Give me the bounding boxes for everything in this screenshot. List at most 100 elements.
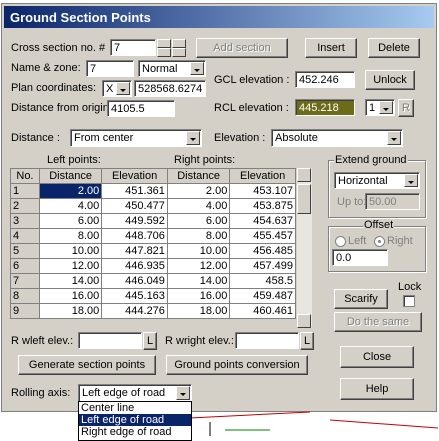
cell[interactable]: 455.457 [229,228,296,244]
rcl-index-select[interactable]: 1 [365,99,395,116]
cell[interactable]: 449.592 [101,213,168,229]
cell[interactable]: 14.00 [38,273,103,289]
offset-left-radio[interactable] [335,236,346,247]
chevron-down-icon [186,131,200,145]
cell[interactable]: 448.706 [101,228,168,244]
wleft-l-button[interactable]: L [143,332,157,350]
cell[interactable]: 446.935 [101,258,168,274]
generate-points-button[interactable]: Generate section points [18,355,156,375]
cell[interactable]: 18.00 [38,303,103,319]
cell[interactable]: 458.5 [229,273,296,289]
cell[interactable]: 450.477 [101,198,168,214]
cell[interactable]: 8.00 [166,228,231,244]
cell[interactable]: 460.461 [229,303,296,319]
cell[interactable]: 4.00 [166,198,231,214]
distance-origin-input[interactable]: 4105.5 [107,100,175,117]
name-input[interactable]: 7 [86,60,134,77]
cell[interactable]: 446.049 [101,273,168,289]
scroll-up-icon[interactable] [297,168,311,182]
cell[interactable]: 12.00 [38,258,103,274]
rolling-axis-dropdown[interactable]: Center line Left edge of road Right edge… [78,401,192,441]
lock-checkbox[interactable] [403,295,415,307]
distance-value: From center [74,132,134,144]
table-row[interactable]: 4 8.00 448.706 8.00 455.457 [10,228,296,244]
cell[interactable]: 10.00 [38,243,103,259]
points-table[interactable]: No. Distance Elevation Distance Elevatio… [10,168,296,319]
axis-select[interactable]: X [102,80,132,97]
do-same-button[interactable]: Do the same [334,312,422,332]
cell[interactable]: 445.163 [101,288,168,304]
col-right-distance[interactable]: Distance [166,168,231,184]
wleft-input[interactable] [78,332,142,349]
close-button[interactable]: Close [340,346,414,368]
cell[interactable]: 6.00 [38,213,103,229]
spin-up-icon[interactable] [157,39,171,48]
spin-up-2-icon[interactable] [172,39,186,48]
rolling-axis-select[interactable]: Left edge of road [78,384,192,402]
spin-down-icon[interactable] [157,48,171,57]
option-left-edge[interactable]: Left edge of road [79,414,191,426]
table-row[interactable]: 5 10.00 447.821 10.00 456.485 [10,243,296,259]
wright-l-button[interactable]: L [300,332,314,350]
offset-input[interactable]: 0.0 [332,249,388,266]
cell[interactable]: 447.821 [101,243,168,259]
cell[interactable]: 451.361 [101,183,168,199]
col-no[interactable]: No. [10,168,40,184]
cell[interactable]: 456.485 [229,243,296,259]
cell[interactable]: 453.875 [229,198,296,214]
cross-section-input[interactable]: 7 [110,39,156,56]
help-button[interactable]: Help [340,378,414,400]
table-row[interactable]: 8 16.00 445.163 16.00 459.487 [10,288,296,304]
left-points-label: Left points: [47,154,101,166]
cell[interactable]: 453.107 [229,183,296,199]
insert-button[interactable]: Insert [305,38,357,58]
offset-right-radio[interactable] [374,236,385,247]
spin-down-2-icon[interactable] [172,48,186,57]
delete-button[interactable]: Delete [368,38,420,58]
table-row[interactable]: 1 2.00 451.361 2.00 453.107 [10,183,296,199]
elevation-select[interactable]: Absolute [271,129,403,147]
cell[interactable]: 16.00 [166,288,231,304]
table-row[interactable]: 9 18.00 444.276 18.00 460.461 [10,303,296,319]
cell[interactable]: 2.00 [38,183,103,199]
option-right-edge[interactable]: Right edge of road [79,426,191,438]
add-section-button[interactable]: Add section [196,38,288,58]
cell[interactable]: 457.499 [229,258,296,274]
cell[interactable]: 8.00 [38,228,103,244]
unlock-button[interactable]: Unlock [365,70,415,90]
table-row[interactable]: 3 6.00 449.592 6.00 454.637 [10,213,296,229]
cell[interactable]: 6.00 [166,213,231,229]
r-button[interactable]: R [398,99,414,117]
cell[interactable]: 16.00 [38,288,103,304]
wright-input[interactable] [235,332,299,349]
col-left-distance[interactable]: Distance [38,168,103,184]
extend-mode-select[interactable]: Horizontal [334,172,420,189]
col-right-elevation[interactable]: Elevation [229,168,296,184]
scroll-down-icon[interactable] [297,314,311,328]
title-bar[interactable]: Ground Section Points [4,6,434,28]
cell[interactable]: 10.00 [166,243,231,259]
table-scrollbar[interactable] [297,168,312,328]
zone-select[interactable]: Normal [138,60,206,77]
cell[interactable]: 14.00 [166,273,231,289]
distance-select[interactable]: From center [70,129,202,147]
cell[interactable]: 444.276 [101,303,168,319]
table-row[interactable]: 7 14.00 446.049 14.00 458.5 [10,273,296,289]
cell[interactable]: 2.00 [166,183,231,199]
cell[interactable]: 454.637 [229,213,296,229]
col-left-elevation[interactable]: Elevation [101,168,168,184]
cell[interactable]: 12.00 [166,258,231,274]
scroll-thumb[interactable] [297,184,311,214]
cell[interactable]: 459.487 [229,288,296,304]
table-row[interactable]: 6 12.00 446.935 12.00 457.499 [10,258,296,274]
cell[interactable]: 4.00 [38,198,103,214]
ground-conversion-button[interactable]: Ground points conversion [166,355,308,375]
option-center-line[interactable]: Center line [79,402,191,414]
scarify-button[interactable]: Scarify [334,289,388,309]
cell[interactable]: 18.00 [166,303,231,319]
plan-coords-input[interactable]: 528568.6274 [134,80,206,97]
gcl-input[interactable]: 452.246 [295,71,355,88]
table-row[interactable]: 2 4.00 450.477 4.00 453.875 [10,198,296,214]
upto-input[interactable]: 50.00 [365,193,420,210]
rcl-input[interactable]: 445.218 [295,99,355,116]
